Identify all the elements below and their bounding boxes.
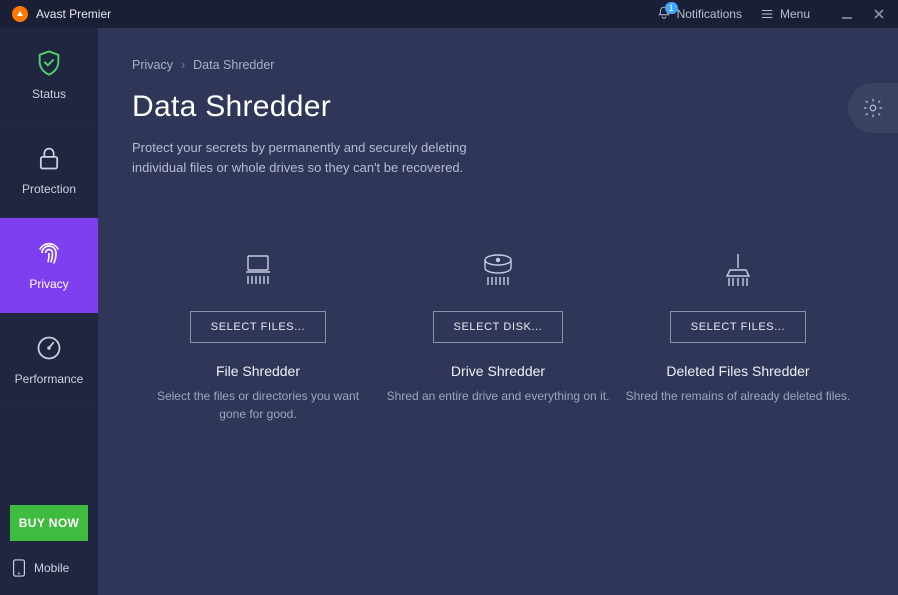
- gauge-icon: [35, 334, 63, 362]
- titlebar: Avast Premier 1 Notifications Menu: [0, 0, 898, 28]
- page-title: Data Shredder: [132, 90, 864, 124]
- menu-button[interactable]: Menu: [760, 7, 810, 21]
- sidebar-item-status[interactable]: Status: [0, 28, 98, 123]
- select-disk-button[interactable]: SELECT DISK...: [433, 311, 564, 343]
- page-description: Protect your secrets by permanently and …: [132, 138, 512, 177]
- avast-logo: [12, 6, 28, 22]
- breadcrumb-current: Data Shredder: [193, 58, 274, 72]
- window-controls: [840, 7, 886, 21]
- lock-icon: [35, 144, 63, 172]
- notifications-label: Notifications: [677, 7, 742, 21]
- titlebar-right: 1 Notifications Menu: [657, 6, 886, 23]
- chevron-right-icon: ›: [181, 58, 185, 72]
- card-desc: Shred the remains of already deleted fil…: [620, 387, 857, 405]
- settings-button[interactable]: [848, 83, 898, 133]
- notifications-badge: 1: [665, 2, 678, 14]
- card-deleted-files-shredder: SELECT FILES... Deleted Files Shredder S…: [618, 247, 858, 423]
- sidebar-item-privacy[interactable]: Privacy: [0, 218, 98, 313]
- shredder-cards: SELECT FILES... File Shredder Select the…: [132, 247, 864, 423]
- select-deleted-files-button[interactable]: SELECT FILES...: [670, 311, 806, 343]
- sidebar-item-label: Status: [32, 87, 66, 101]
- gear-icon: [862, 97, 884, 119]
- drive-shredder-icon: [478, 247, 518, 293]
- close-button[interactable]: [872, 7, 886, 21]
- card-drive-shredder: SELECT DISK... Drive Shredder Shred an e…: [378, 247, 618, 423]
- mobile-link[interactable]: Mobile: [10, 555, 88, 581]
- mobile-icon: [12, 559, 26, 577]
- main-content: Privacy › Data Shredder Data Shredder Pr…: [98, 28, 898, 595]
- app-title: Avast Premier: [36, 7, 111, 21]
- sidebar-item-label: Protection: [22, 182, 76, 196]
- file-shredder-icon: [238, 247, 278, 293]
- breadcrumb-parent[interactable]: Privacy: [132, 58, 173, 72]
- menu-label: Menu: [780, 7, 810, 21]
- broom-icon: [718, 247, 758, 293]
- titlebar-left: Avast Premier: [12, 6, 111, 22]
- card-title: Drive Shredder: [451, 363, 545, 379]
- card-title: Deleted Files Shredder: [666, 363, 809, 379]
- sidebar-item-label: Performance: [15, 372, 84, 386]
- mobile-label: Mobile: [34, 561, 69, 575]
- select-files-button[interactable]: SELECT FILES...: [190, 311, 326, 343]
- buy-now-button[interactable]: BUY NOW: [10, 505, 88, 541]
- card-desc: Select the files or directories you want…: [138, 387, 378, 423]
- card-title: File Shredder: [216, 363, 300, 379]
- sidebar-item-performance[interactable]: Performance: [0, 313, 98, 408]
- shield-check-icon: [35, 49, 63, 77]
- minimize-button[interactable]: [840, 7, 854, 21]
- breadcrumb: Privacy › Data Shredder: [132, 58, 864, 72]
- notifications-button[interactable]: 1 Notifications: [657, 6, 742, 23]
- fingerprint-icon: [35, 239, 63, 267]
- sidebar-bottom: BUY NOW Mobile: [0, 493, 98, 595]
- hamburger-icon: [760, 7, 774, 21]
- sidebar-item-protection[interactable]: Protection: [0, 123, 98, 218]
- card-desc: Shred an entire drive and everything on …: [381, 387, 616, 405]
- sidebar: Status Protection Privacy Performance BU…: [0, 28, 98, 595]
- card-file-shredder: SELECT FILES... File Shredder Select the…: [138, 247, 378, 423]
- app-body: Status Protection Privacy Performance BU…: [0, 28, 898, 595]
- sidebar-item-label: Privacy: [29, 277, 68, 291]
